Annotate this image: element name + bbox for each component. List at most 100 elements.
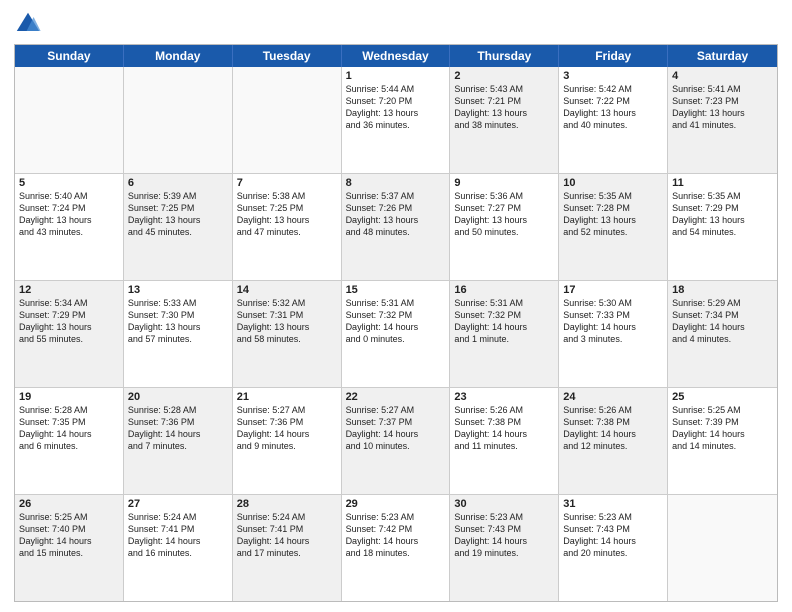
cal-cell-empty — [233, 67, 342, 173]
cal-cell-day-27: 27Sunrise: 5:24 AM Sunset: 7:41 PM Dayli… — [124, 495, 233, 601]
cell-info: Sunrise: 5:23 AM Sunset: 7:43 PM Dayligh… — [563, 511, 663, 560]
cal-cell-day-14: 14Sunrise: 5:32 AM Sunset: 7:31 PM Dayli… — [233, 281, 342, 387]
day-number: 28 — [237, 498, 337, 510]
day-number: 22 — [346, 391, 446, 403]
cal-cell-day-17: 17Sunrise: 5:30 AM Sunset: 7:33 PM Dayli… — [559, 281, 668, 387]
cell-info: Sunrise: 5:24 AM Sunset: 7:41 PM Dayligh… — [128, 511, 228, 560]
day-number: 16 — [454, 284, 554, 296]
cell-info: Sunrise: 5:23 AM Sunset: 7:42 PM Dayligh… — [346, 511, 446, 560]
day-number: 19 — [19, 391, 119, 403]
cal-cell-day-9: 9Sunrise: 5:36 AM Sunset: 7:27 PM Daylig… — [450, 174, 559, 280]
cal-cell-day-6: 6Sunrise: 5:39 AM Sunset: 7:25 PM Daylig… — [124, 174, 233, 280]
cal-cell-day-15: 15Sunrise: 5:31 AM Sunset: 7:32 PM Dayli… — [342, 281, 451, 387]
calendar-body: 1Sunrise: 5:44 AM Sunset: 7:20 PM Daylig… — [15, 67, 777, 601]
day-number: 21 — [237, 391, 337, 403]
cell-info: Sunrise: 5:40 AM Sunset: 7:24 PM Dayligh… — [19, 190, 119, 239]
day-number: 26 — [19, 498, 119, 510]
cell-info: Sunrise: 5:43 AM Sunset: 7:21 PM Dayligh… — [454, 83, 554, 132]
cal-cell-day-7: 7Sunrise: 5:38 AM Sunset: 7:25 PM Daylig… — [233, 174, 342, 280]
cell-info: Sunrise: 5:29 AM Sunset: 7:34 PM Dayligh… — [672, 297, 773, 346]
day-number: 17 — [563, 284, 663, 296]
cal-cell-day-4: 4Sunrise: 5:41 AM Sunset: 7:23 PM Daylig… — [668, 67, 777, 173]
cell-info: Sunrise: 5:31 AM Sunset: 7:32 PM Dayligh… — [454, 297, 554, 346]
cell-info: Sunrise: 5:26 AM Sunset: 7:38 PM Dayligh… — [454, 404, 554, 453]
day-header-saturday: Saturday — [668, 45, 777, 67]
day-number: 1 — [346, 70, 446, 82]
cell-info: Sunrise: 5:41 AM Sunset: 7:23 PM Dayligh… — [672, 83, 773, 132]
day-number: 31 — [563, 498, 663, 510]
cal-row-0: 1Sunrise: 5:44 AM Sunset: 7:20 PM Daylig… — [15, 67, 777, 173]
day-header-friday: Friday — [559, 45, 668, 67]
cal-cell-day-21: 21Sunrise: 5:27 AM Sunset: 7:36 PM Dayli… — [233, 388, 342, 494]
day-number: 8 — [346, 177, 446, 189]
cell-info: Sunrise: 5:28 AM Sunset: 7:36 PM Dayligh… — [128, 404, 228, 453]
day-number: 27 — [128, 498, 228, 510]
cell-info: Sunrise: 5:33 AM Sunset: 7:30 PM Dayligh… — [128, 297, 228, 346]
day-number: 3 — [563, 70, 663, 82]
cal-cell-day-18: 18Sunrise: 5:29 AM Sunset: 7:34 PM Dayli… — [668, 281, 777, 387]
cell-info: Sunrise: 5:37 AM Sunset: 7:26 PM Dayligh… — [346, 190, 446, 239]
cal-cell-empty — [124, 67, 233, 173]
cal-cell-day-10: 10Sunrise: 5:35 AM Sunset: 7:28 PM Dayli… — [559, 174, 668, 280]
calendar-header: SundayMondayTuesdayWednesdayThursdayFrid… — [15, 45, 777, 67]
cell-info: Sunrise: 5:38 AM Sunset: 7:25 PM Dayligh… — [237, 190, 337, 239]
cal-cell-day-5: 5Sunrise: 5:40 AM Sunset: 7:24 PM Daylig… — [15, 174, 124, 280]
day-number: 9 — [454, 177, 554, 189]
day-number: 25 — [672, 391, 773, 403]
cell-info: Sunrise: 5:36 AM Sunset: 7:27 PM Dayligh… — [454, 190, 554, 239]
day-number: 11 — [672, 177, 773, 189]
cell-info: Sunrise: 5:25 AM Sunset: 7:40 PM Dayligh… — [19, 511, 119, 560]
cell-info: Sunrise: 5:26 AM Sunset: 7:38 PM Dayligh… — [563, 404, 663, 453]
header — [14, 10, 778, 38]
cell-info: Sunrise: 5:44 AM Sunset: 7:20 PM Dayligh… — [346, 83, 446, 132]
cell-info: Sunrise: 5:30 AM Sunset: 7:33 PM Dayligh… — [563, 297, 663, 346]
day-number: 20 — [128, 391, 228, 403]
cal-cell-day-1: 1Sunrise: 5:44 AM Sunset: 7:20 PM Daylig… — [342, 67, 451, 173]
cell-info: Sunrise: 5:39 AM Sunset: 7:25 PM Dayligh… — [128, 190, 228, 239]
cell-info: Sunrise: 5:27 AM Sunset: 7:36 PM Dayligh… — [237, 404, 337, 453]
cal-cell-day-11: 11Sunrise: 5:35 AM Sunset: 7:29 PM Dayli… — [668, 174, 777, 280]
cell-info: Sunrise: 5:35 AM Sunset: 7:29 PM Dayligh… — [672, 190, 773, 239]
cal-cell-day-16: 16Sunrise: 5:31 AM Sunset: 7:32 PM Dayli… — [450, 281, 559, 387]
cal-cell-day-19: 19Sunrise: 5:28 AM Sunset: 7:35 PM Dayli… — [15, 388, 124, 494]
logo-icon — [14, 10, 42, 38]
day-number: 6 — [128, 177, 228, 189]
day-header-sunday: Sunday — [15, 45, 124, 67]
cal-cell-day-24: 24Sunrise: 5:26 AM Sunset: 7:38 PM Dayli… — [559, 388, 668, 494]
cal-cell-day-25: 25Sunrise: 5:25 AM Sunset: 7:39 PM Dayli… — [668, 388, 777, 494]
cell-info: Sunrise: 5:23 AM Sunset: 7:43 PM Dayligh… — [454, 511, 554, 560]
logo — [14, 10, 45, 38]
cal-cell-day-29: 29Sunrise: 5:23 AM Sunset: 7:42 PM Dayli… — [342, 495, 451, 601]
day-number: 15 — [346, 284, 446, 296]
cell-info: Sunrise: 5:24 AM Sunset: 7:41 PM Dayligh… — [237, 511, 337, 560]
day-number: 18 — [672, 284, 773, 296]
cal-cell-day-31: 31Sunrise: 5:23 AM Sunset: 7:43 PM Dayli… — [559, 495, 668, 601]
cell-info: Sunrise: 5:42 AM Sunset: 7:22 PM Dayligh… — [563, 83, 663, 132]
day-number: 5 — [19, 177, 119, 189]
cal-cell-day-26: 26Sunrise: 5:25 AM Sunset: 7:40 PM Dayli… — [15, 495, 124, 601]
cal-row-3: 19Sunrise: 5:28 AM Sunset: 7:35 PM Dayli… — [15, 387, 777, 494]
cell-info: Sunrise: 5:34 AM Sunset: 7:29 PM Dayligh… — [19, 297, 119, 346]
day-number: 7 — [237, 177, 337, 189]
day-number: 30 — [454, 498, 554, 510]
cal-cell-day-28: 28Sunrise: 5:24 AM Sunset: 7:41 PM Dayli… — [233, 495, 342, 601]
day-number: 10 — [563, 177, 663, 189]
cell-info: Sunrise: 5:25 AM Sunset: 7:39 PM Dayligh… — [672, 404, 773, 453]
day-header-tuesday: Tuesday — [233, 45, 342, 67]
day-header-monday: Monday — [124, 45, 233, 67]
cell-info: Sunrise: 5:27 AM Sunset: 7:37 PM Dayligh… — [346, 404, 446, 453]
cal-cell-day-12: 12Sunrise: 5:34 AM Sunset: 7:29 PM Dayli… — [15, 281, 124, 387]
cal-cell-day-2: 2Sunrise: 5:43 AM Sunset: 7:21 PM Daylig… — [450, 67, 559, 173]
cell-info: Sunrise: 5:28 AM Sunset: 7:35 PM Dayligh… — [19, 404, 119, 453]
day-header-wednesday: Wednesday — [342, 45, 451, 67]
cell-info: Sunrise: 5:35 AM Sunset: 7:28 PM Dayligh… — [563, 190, 663, 239]
day-number: 23 — [454, 391, 554, 403]
cal-cell-day-22: 22Sunrise: 5:27 AM Sunset: 7:37 PM Dayli… — [342, 388, 451, 494]
cal-row-1: 5Sunrise: 5:40 AM Sunset: 7:24 PM Daylig… — [15, 173, 777, 280]
day-number: 13 — [128, 284, 228, 296]
day-number: 12 — [19, 284, 119, 296]
day-number: 4 — [672, 70, 773, 82]
cal-cell-empty — [668, 495, 777, 601]
calendar: SundayMondayTuesdayWednesdayThursdayFrid… — [14, 44, 778, 602]
day-header-thursday: Thursday — [450, 45, 559, 67]
